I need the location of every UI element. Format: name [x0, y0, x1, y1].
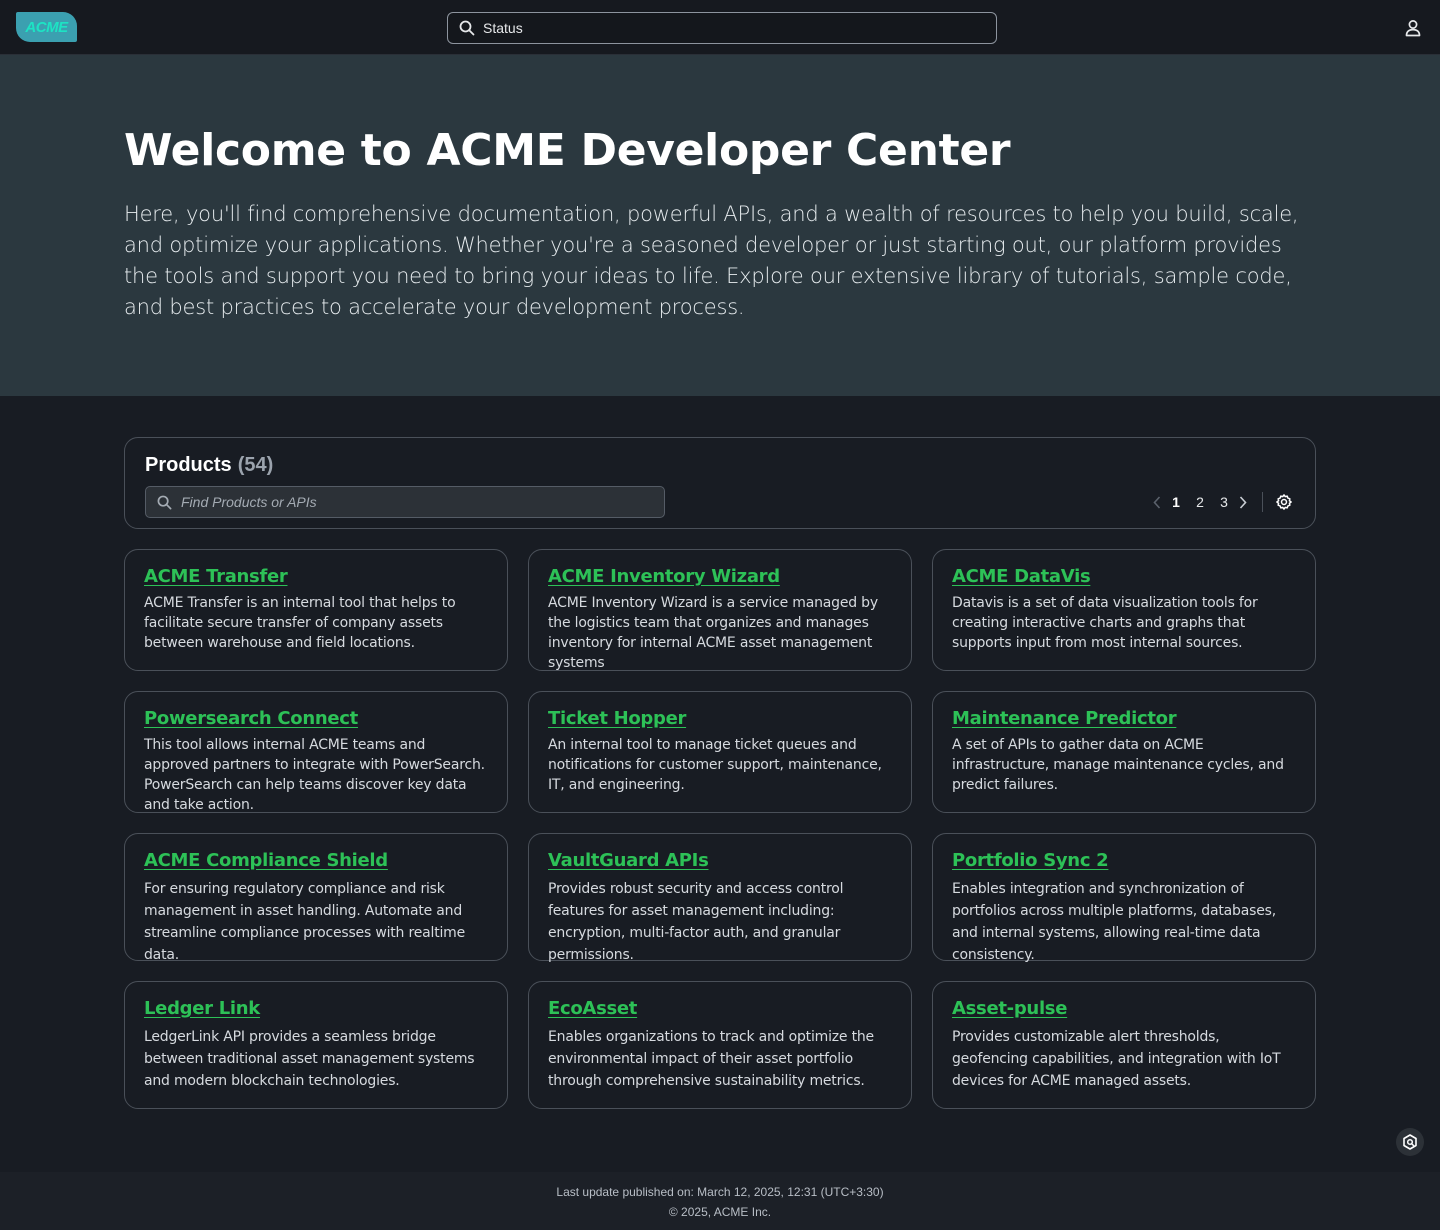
- product-card: VaultGuard APIs Provides robust security…: [528, 833, 912, 963]
- product-card: Asset-pulse Provides customizable alert …: [932, 981, 1316, 1109]
- product-card-link[interactable]: ACME Compliance Shield: [144, 850, 388, 872]
- product-card: Maintenance Predictor A set of APIs to g…: [932, 691, 1316, 813]
- page-3-button[interactable]: 3: [1212, 494, 1236, 510]
- global-search-value: Status: [483, 20, 523, 36]
- product-card: ACME DataVis Datavis is a set of data vi…: [932, 549, 1316, 671]
- chevron-left-icon[interactable]: [1150, 490, 1164, 514]
- hero-description: Here, you'll find comprehensive document…: [124, 202, 1299, 319]
- chevron-right-icon[interactable]: [1236, 490, 1250, 514]
- page-footer: Last update published on: March 12, 2025…: [0, 1172, 1440, 1230]
- products-search-input[interactable]: Find Products or APIs: [145, 486, 665, 518]
- product-card-link[interactable]: Ticket Hopper: [548, 708, 686, 730]
- product-card-link[interactable]: VaultGuard APIs: [548, 850, 709, 872]
- page-1-button[interactable]: 1: [1164, 494, 1188, 510]
- search-icon: [459, 20, 475, 36]
- logo-text: ACME: [25, 18, 68, 36]
- gear-icon[interactable]: [1275, 493, 1293, 511]
- copyright-text: © 2025, ACME Inc.: [668, 1205, 772, 1219]
- product-card: ACME Inventory Wizard ACME Inventory Wiz…: [528, 549, 912, 671]
- global-search-input[interactable]: Status: [447, 12, 997, 44]
- product-card-description: ACME Inventory Wizard is a service manag…: [548, 595, 878, 671]
- products-search-placeholder: Find Products or APIs: [181, 494, 317, 510]
- acme-logo[interactable]: ACME: [16, 12, 77, 42]
- product-card: ACME Transfer ACME Transfer is an intern…: [124, 549, 508, 671]
- products-title: Products: [145, 454, 232, 476]
- product-card-link[interactable]: Portfolio Sync 2: [952, 850, 1109, 872]
- top-navigation-bar: ACME Status: [0, 0, 1440, 55]
- product-card-link[interactable]: Maintenance Predictor: [952, 708, 1177, 730]
- product-card-description: ACME Transfer is an internal tool that h…: [144, 595, 456, 651]
- product-card-description: Enables integration and synchronization …: [952, 881, 1276, 963]
- product-card: Ledger Link LedgerLink API provides a se…: [124, 981, 508, 1109]
- product-card-description: This tool allows internal ACME teams and…: [144, 737, 485, 813]
- product-card-link[interactable]: Ledger Link: [144, 998, 260, 1020]
- product-card: ACME Compliance Shield For ensuring regu…: [124, 833, 508, 963]
- products-count: (54): [237, 454, 274, 476]
- product-card: Ticket Hopper An internal tool to manage…: [528, 691, 912, 813]
- products-heading: Products (54): [145, 454, 273, 477]
- product-card-link[interactable]: ACME DataVis: [952, 566, 1091, 588]
- hero-section: Welcome to ACME Developer Center Here, y…: [0, 55, 1440, 396]
- product-card-link[interactable]: EcoAsset: [548, 998, 637, 1020]
- product-card: Powersearch Connect This tool allows int…: [124, 691, 508, 813]
- product-card-description: Datavis is a set of data visualization t…: [952, 595, 1258, 651]
- product-card-description: For ensuring regulatory compliance and r…: [144, 881, 466, 963]
- product-card-link[interactable]: ACME Transfer: [144, 566, 288, 588]
- help-widget-button[interactable]: [1396, 1128, 1424, 1156]
- product-card-description: Provides customizable alert thresholds, …: [952, 1029, 1281, 1089]
- product-card-link[interactable]: ACME Inventory Wizard: [548, 566, 780, 588]
- pagination-divider: [1262, 492, 1263, 512]
- products-header-panel: Products (54) Find Products or APIs 1 2 3: [124, 437, 1316, 529]
- help-widget-icon: [1402, 1134, 1418, 1150]
- page-title: Welcome to ACME Developer Center: [124, 125, 1011, 176]
- pagination: 1 2 3: [1150, 490, 1293, 514]
- product-card-description: An internal tool to manage ticket queues…: [548, 737, 882, 793]
- page-2-button[interactable]: 2: [1188, 494, 1212, 510]
- product-card: EcoAsset Enables organizations to track …: [528, 981, 912, 1109]
- last-update-text: Last update published on: March 12, 2025…: [556, 1185, 884, 1199]
- product-card-description: Enables organizations to track and optim…: [548, 1029, 874, 1089]
- product-card: Portfolio Sync 2 Enables integration and…: [932, 833, 1316, 963]
- product-card-description: Provides robust security and access cont…: [548, 881, 844, 963]
- search-icon: [157, 495, 172, 510]
- product-card-link[interactable]: Asset-pulse: [952, 998, 1067, 1020]
- product-card-link[interactable]: Powersearch Connect: [144, 708, 358, 730]
- product-card-description: A set of APIs to gather data on ACME inf…: [952, 737, 1284, 793]
- user-icon[interactable]: [1404, 19, 1422, 37]
- product-card-description: LedgerLink API provides a seamless bridg…: [144, 1029, 475, 1089]
